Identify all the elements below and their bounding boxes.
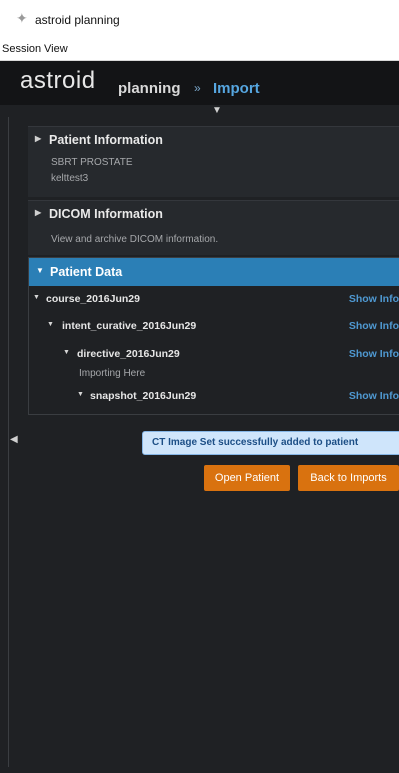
show-info-link[interactable]: Show Info [349,348,399,360]
breadcrumb-import: Import [213,80,260,97]
breadcrumb-planning[interactable]: planning [118,80,181,97]
tree-row-directive[interactable]: ▼ directive_2016Jun29 Show Info [29,344,399,364]
window-title: astroid planning [35,13,120,27]
tree-expand-icon[interactable]: ▼ [63,349,70,356]
tree-label: intent_curative_2016Jun29 [62,320,197,332]
dicom-description: View and archive DICOM information. [51,234,219,245]
app-header: astroid planning » Import [0,61,399,105]
dicom-information-title: DICOM Information [49,207,163,221]
expand-triangle-icon: ▶ [35,208,42,217]
tree-label: directive_2016Jun29 [77,348,180,360]
window-titlebar: ✦ astroid planning [0,0,399,38]
tree-row-snapshot[interactable]: ▼ snapshot_2016Jun29 Show Info [29,386,399,406]
patient-information-header[interactable]: ▶ Patient Information [28,127,399,153]
patient-information-title: Patient Information [49,133,163,147]
patient-id: kelttest3 [51,173,89,184]
menu-session[interactable]: Session [2,43,41,55]
chevron-down-icon[interactable]: ▼ [208,105,226,117]
collapse-triangle-icon: ▼ [36,266,44,275]
tree-expand-icon[interactable]: ▼ [33,294,40,301]
patient-data-title: Patient Data [50,265,123,279]
show-info-link[interactable]: Show Info [349,390,399,402]
status-message: CT Image Set successfully added to patie… [142,431,399,455]
dicom-information-header[interactable]: ▶ DICOM Information [28,201,399,227]
patient-data-section: ▼ Patient Data ▼ course_2016Jun29 Show I… [28,257,399,415]
patient-information-section: ▶ Patient Information SBRT PROSTATE kelt… [28,126,399,197]
left-rail [8,117,9,767]
show-info-link[interactable]: Show Info [349,293,399,305]
tree-label: course_2016Jun29 [46,293,140,305]
patient-data-header[interactable]: ▼ Patient Data [29,258,399,286]
dicom-information-section: ▶ DICOM Information View and archive DIC… [28,200,399,255]
tree-expand-icon[interactable]: ▼ [77,391,84,398]
menu-bar: Session View [0,38,399,61]
menu-view[interactable]: View [44,43,68,55]
tree-expand-icon[interactable]: ▼ [47,321,54,328]
app-icon: ✦ [16,10,28,26]
breadcrumb-separator: » [194,81,201,95]
tree-row-course[interactable]: ▼ course_2016Jun29 Show Info [29,289,399,309]
expand-triangle-icon: ▶ [35,134,42,143]
chevron-left-icon[interactable]: ◀ [10,434,18,445]
back-to-imports-button[interactable]: Back to Imports [298,465,399,491]
tree-label: snapshot_2016Jun29 [90,390,197,402]
importing-here-label: Importing Here [79,368,146,379]
patient-plan-name: SBRT PROSTATE [51,157,133,168]
open-patient-button[interactable]: Open Patient [204,465,290,491]
show-info-link[interactable]: Show Info [349,320,399,332]
tree-row-intent[interactable]: ▼ intent_curative_2016Jun29 Show Info [29,316,399,336]
brand-logo: astroid [20,67,96,94]
